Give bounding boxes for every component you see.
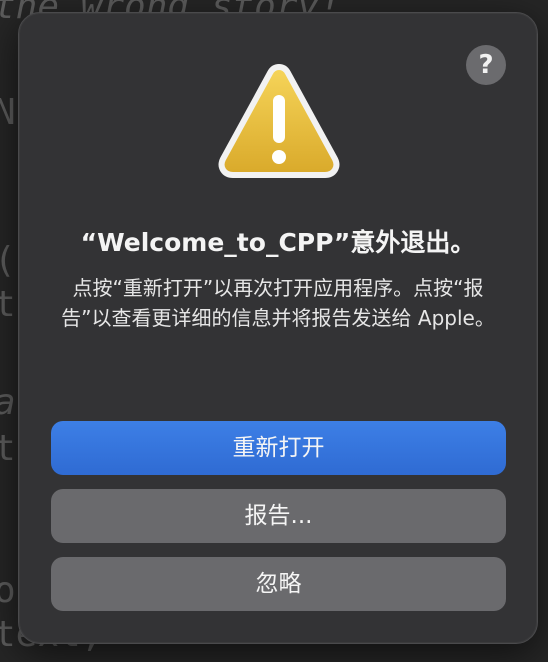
code-line: t — [0, 428, 16, 469]
report-button[interactable]: 报告... — [51, 489, 506, 543]
ignore-button[interactable]: 忽略 — [51, 557, 506, 611]
reopen-button[interactable]: 重新打开 — [51, 421, 506, 475]
dialog-message: 点按“重新打开”以再次打开应用程序。点按“报告”以查看更详细的信息并将报告发送给… — [61, 276, 495, 330]
code-line: N — [0, 92, 16, 133]
help-button[interactable]: ? — [466, 45, 506, 85]
code-line: ( — [0, 240, 16, 281]
code-line: t — [0, 284, 16, 325]
dialog-title: “Welcome_to_CPP”意外退出。 — [80, 228, 476, 257]
warning-icon — [218, 64, 340, 178]
code-line: a — [0, 382, 16, 423]
crash-alert-dialog: ? “Welcome_to_CPP”意外退出。 点按“重新打开”以再次打开应用程… — [18, 12, 538, 644]
